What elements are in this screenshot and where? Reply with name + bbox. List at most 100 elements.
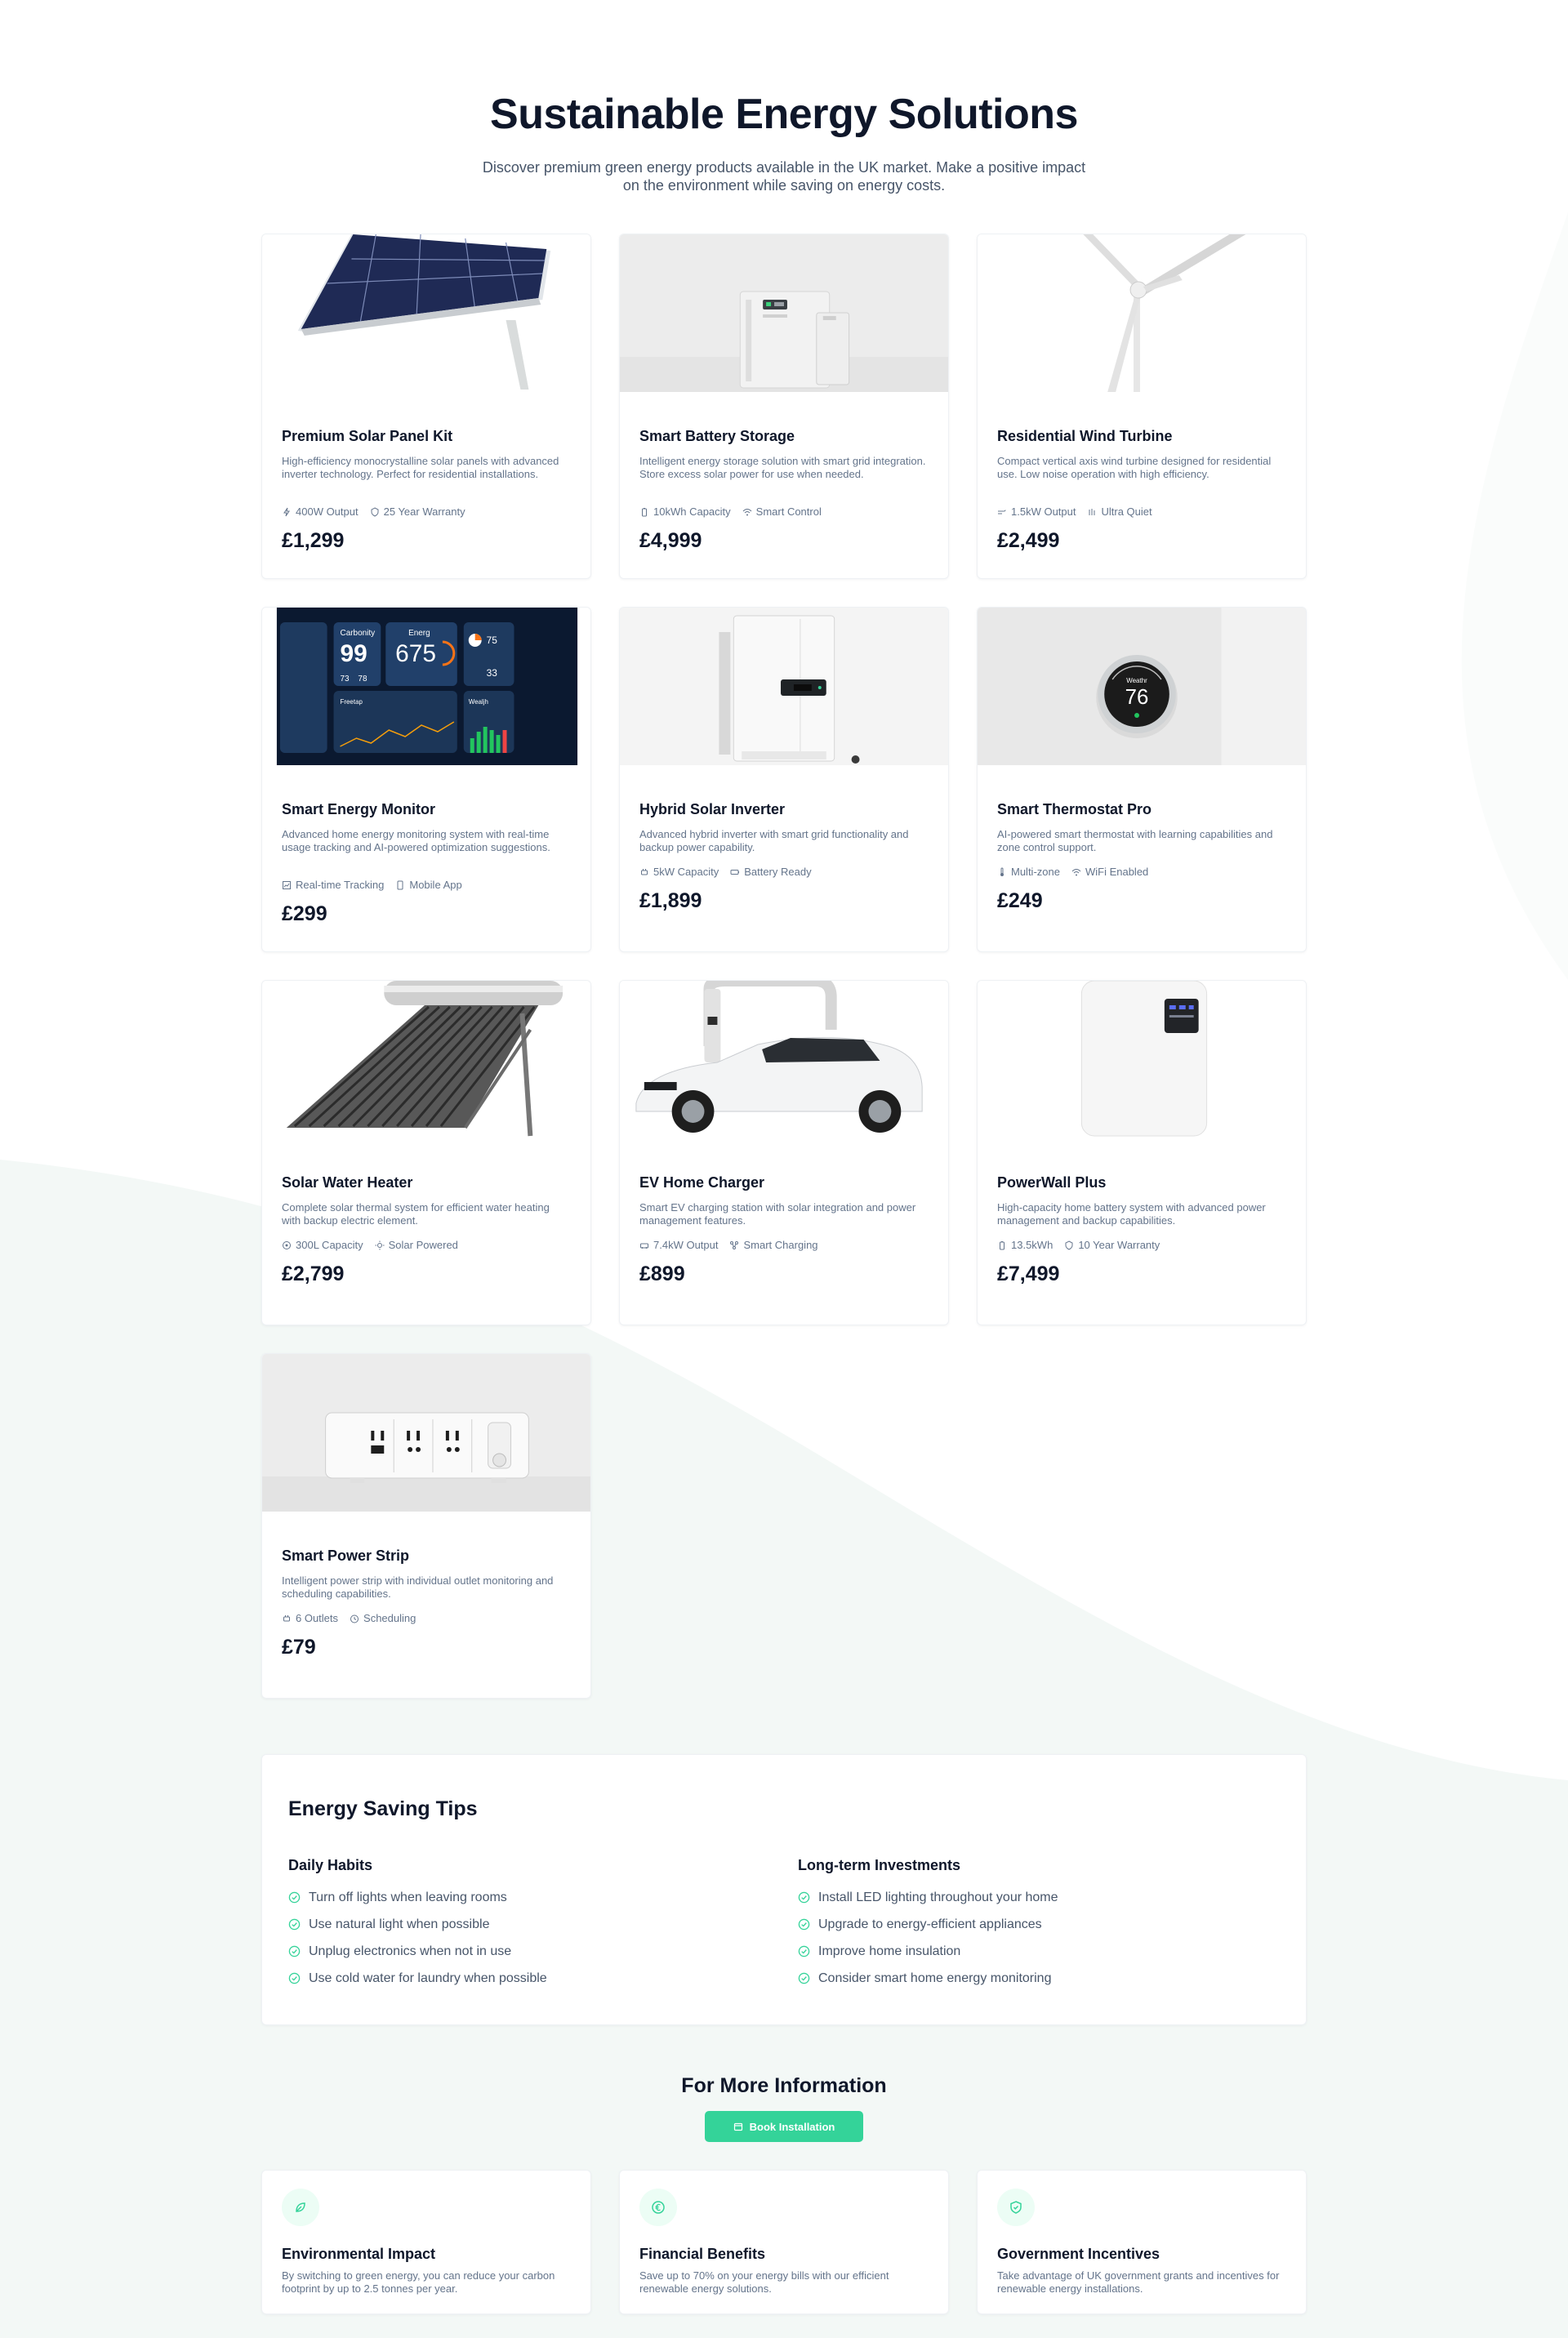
product-title: Smart Thermostat Pro xyxy=(997,801,1152,817)
feature-2: Smart Charging xyxy=(729,1239,818,1251)
feature-2: 10 Year Warranty xyxy=(1064,1239,1160,1251)
long-term-heading: Long-term Investments xyxy=(798,1857,961,1873)
wifi-icon xyxy=(742,508,752,515)
euro-icon xyxy=(639,2189,677,2226)
product-title: Solar Water Heater xyxy=(282,1174,413,1191)
daily-habits-heading: Daily Habits xyxy=(288,1857,373,1873)
product-card[interactable]: Premium Solar Panel Kit High-efficiency … xyxy=(261,234,591,579)
more-info-title: For More Information xyxy=(681,2074,887,2097)
product-grid: Premium Solar Panel Kit High-efficiency … xyxy=(261,234,1307,1699)
product-price: £2,799 xyxy=(282,1263,345,1285)
check-circle-icon xyxy=(798,1891,810,1904)
feature-1: 7.4kW Output xyxy=(639,1239,718,1251)
feature-2: 25 Year Warranty xyxy=(370,505,466,518)
product-card[interactable]: Weathr 76 Smart Thermostat Pro AI-powere… xyxy=(977,607,1307,952)
product-card[interactable]: Residential Wind Turbine Compact vertica… xyxy=(977,234,1307,579)
thermometer-icon xyxy=(1000,867,1004,876)
droplet-icon xyxy=(283,1240,291,1249)
product-title: PowerWall Plus xyxy=(997,1174,1107,1191)
product-description: Intelligent energy storage solution with… xyxy=(639,455,926,480)
info-description: Take advantage of UK government grants a… xyxy=(997,2269,1280,2295)
daily-habits-column: Daily Habits Turn off lights when leavin… xyxy=(288,1857,798,1992)
product-card[interactable]: PowerWall Plus High-capacity home batter… xyxy=(977,980,1307,1325)
monitor-chart-label-2: Wealjh xyxy=(469,698,488,706)
feature-1: Multi-zone xyxy=(997,866,1060,878)
tip-item: Improve home insulation xyxy=(798,1938,1288,1965)
feature-2: Solar Powered xyxy=(375,1239,458,1251)
chart-icon xyxy=(283,880,291,889)
feature-1: Real-time Tracking xyxy=(282,879,384,891)
product-features: Multi-zone WiFi Enabled xyxy=(997,866,1286,878)
tip-item: Install LED lighting throughout your hom… xyxy=(798,1884,1288,1911)
product-title: Smart Power Strip xyxy=(282,1548,410,1564)
monitor-small-2: 33 xyxy=(487,667,498,679)
thermostat-value: 76 xyxy=(1125,686,1149,709)
product-price: £7,499 xyxy=(997,1263,1060,1285)
product-card[interactable]: Smart Power Strip Intelligent power stri… xyxy=(261,1353,591,1699)
product-description: High-efficiency monocrystalline solar pa… xyxy=(282,455,559,480)
feature-1: 300L Capacity xyxy=(282,1239,363,1251)
feature-1: 13.5kWh xyxy=(997,1239,1053,1251)
tip-item: Use natural light when possible xyxy=(288,1911,798,1938)
product-image xyxy=(262,1354,590,1512)
feature-1: 400W Output xyxy=(282,505,359,518)
shield-check-icon xyxy=(997,2189,1035,2226)
page-subtitle: Discover premium green energy products a… xyxy=(482,159,1086,194)
info-card-environmental: Environmental Impact By switching to gre… xyxy=(261,2170,591,2314)
product-features: 400W Output 25 Year Warranty xyxy=(282,505,571,518)
product-card[interactable]: EV Home Charger Smart EV charging statio… xyxy=(619,980,949,1325)
feature-2: Smart Control xyxy=(742,505,822,518)
product-card[interactable]: Smart Battery Storage Intelligent energy… xyxy=(619,234,949,579)
sun-icon xyxy=(375,1240,385,1249)
check-circle-icon xyxy=(288,1891,301,1904)
clock-icon xyxy=(350,1614,359,1623)
battery-icon xyxy=(642,507,647,516)
product-features: 300L Capacity Solar Powered xyxy=(282,1239,571,1251)
feature-2: Scheduling xyxy=(350,1612,416,1624)
info-description: By switching to green energy, you can re… xyxy=(282,2269,555,2295)
leaf-icon xyxy=(282,2189,319,2226)
tip-item: Consider smart home energy monitoring xyxy=(798,1965,1288,1992)
product-features: 10kWh Capacity Smart Control xyxy=(639,505,929,518)
product-card[interactable]: Solar Water Heater Complete solar therma… xyxy=(261,980,591,1325)
product-title: Smart Battery Storage xyxy=(639,428,795,444)
battery-icon xyxy=(1000,1240,1004,1249)
feature-2: Battery Ready xyxy=(730,866,812,878)
product-card[interactable]: Hybrid Solar Inverter Advanced hybrid in… xyxy=(619,607,949,952)
product-description: Smart EV charging station with solar int… xyxy=(639,1201,916,1227)
bolt-icon xyxy=(283,507,290,516)
network-icon xyxy=(730,1240,739,1249)
product-title: Residential Wind Turbine xyxy=(997,428,1173,444)
info-title: Environmental Impact xyxy=(282,2246,436,2262)
product-features: 7.4kW Output Smart Charging xyxy=(639,1239,929,1251)
product-image xyxy=(262,981,590,1138)
product-title: EV Home Charger xyxy=(639,1174,765,1191)
plug-icon xyxy=(283,1614,290,1621)
check-circle-icon xyxy=(288,1945,301,1957)
check-circle-icon xyxy=(798,1918,810,1931)
product-title: Premium Solar Panel Kit xyxy=(282,428,453,444)
energy-saving-tips: Energy Saving Tips Daily Habits Turn off… xyxy=(261,1754,1307,2025)
product-image xyxy=(620,608,948,765)
product-price: £79 xyxy=(282,1636,316,1659)
product-description: Compact vertical axis wind turbine desig… xyxy=(997,455,1272,480)
page-title: Sustainable Energy Solutions xyxy=(490,91,1078,138)
product-price: £1,899 xyxy=(639,889,702,912)
product-features: 1.5kW Output Ultra Quiet xyxy=(997,505,1286,518)
book-installation-button[interactable]: Book Installation xyxy=(705,2111,863,2142)
product-image xyxy=(620,234,948,392)
product-description: Intelligent power strip with individual … xyxy=(282,1574,554,1600)
feature-1: 6 Outlets xyxy=(282,1612,338,1624)
feature-1: 5kW Capacity xyxy=(639,866,719,878)
product-card[interactable]: Carbonity 99 Energ 675 75 33 73 78 Freet… xyxy=(261,607,591,952)
product-description: AI-powered smart thermostat with learnin… xyxy=(997,828,1273,853)
more-information: For More Information Book Installation xyxy=(0,2074,1568,2142)
feature-2: Mobile App xyxy=(395,879,462,891)
product-image xyxy=(262,234,590,392)
calendar-icon xyxy=(733,2122,742,2131)
battery-horizontal-icon xyxy=(730,869,740,875)
monitor-small-1: 75 xyxy=(487,635,498,646)
thermostat-label: Weathr xyxy=(1126,677,1147,684)
monitor-value-2: 675 xyxy=(395,640,436,667)
info-description: Save up to 70% on your energy bills with… xyxy=(639,2269,889,2295)
